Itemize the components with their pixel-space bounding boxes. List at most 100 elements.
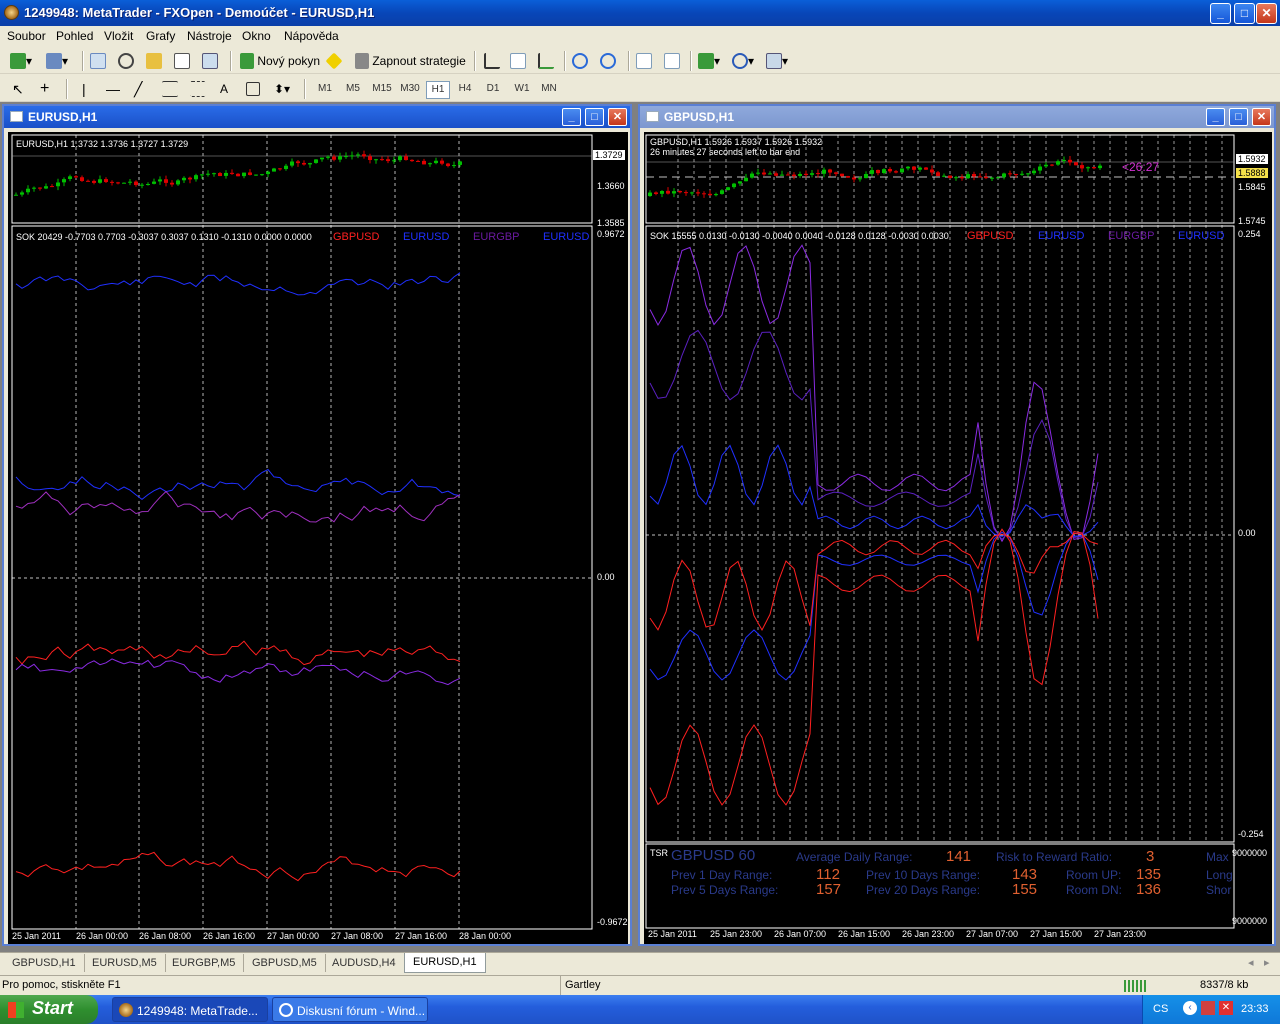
drawing-toolbar: ↖ + | — ╱ A ⬍▾ M1 M5 M15 M30 H1 H4 D1 W1…: [0, 75, 1280, 102]
trendline-tool[interactable]: ╱: [134, 79, 142, 99]
gbpusd-maximize-button[interactable]: □: [1229, 108, 1248, 126]
line-chart-button[interactable]: [538, 51, 554, 71]
gbpusd-candle: [978, 176, 982, 178]
menu-napoveda[interactable]: Nápověda: [284, 29, 339, 43]
gbpusd-candle: [1050, 164, 1054, 166]
eurusd-candle: [374, 159, 378, 161]
gbpusd-candle: [924, 167, 928, 170]
gbpusd-candle: [696, 192, 700, 194]
fibonacci-tool[interactable]: [190, 79, 206, 99]
tf-h1[interactable]: H1: [426, 81, 450, 99]
gbpusd-window-caption[interactable]: GBPUSD,H1 _ □ ✕: [640, 106, 1274, 128]
gbpusd-minimize-button[interactable]: _: [1206, 108, 1225, 126]
tf-m15[interactable]: M15: [369, 81, 395, 97]
zoom-out-button[interactable]: [600, 51, 616, 71]
eurusd-candle: [308, 163, 312, 165]
crosshair-tool[interactable]: +: [40, 79, 49, 99]
tray-expand-icon[interactable]: ‹: [1183, 1001, 1197, 1015]
tf-m5[interactable]: M5: [341, 81, 365, 97]
status-profile: Gartley: [565, 979, 601, 991]
metaeditor-button[interactable]: [325, 51, 343, 71]
profiles-button[interactable]: ▾: [46, 51, 68, 71]
menu-soubor[interactable]: Soubor: [7, 29, 46, 43]
eurusd-series: [649, 444, 1099, 537]
market-watch-button[interactable]: [90, 51, 106, 71]
text-label-tool[interactable]: [246, 79, 260, 99]
eurusd-candle: [248, 172, 252, 175]
tester-button[interactable]: [202, 51, 218, 71]
horizontal-line-tool[interactable]: —: [106, 79, 120, 99]
tf-w1[interactable]: W1: [510, 81, 534, 97]
eurusd-chart[interactable]: EURUSD,H1 1.3732 1.3736 1.3727 1.3729 1.…: [8, 132, 628, 944]
autoscroll-button[interactable]: [636, 51, 652, 71]
navigator-button[interactable]: [118, 51, 134, 71]
new-chart-button[interactable]: ▾: [10, 51, 32, 71]
eurusd-candle: [368, 156, 372, 161]
zoom-in-button[interactable]: [572, 51, 588, 71]
taskbar-metatrader[interactable]: 1249948: MetaTrade...: [112, 997, 268, 1022]
eurusd-maximize-button[interactable]: □: [585, 108, 604, 126]
menu-okno[interactable]: Okno: [242, 29, 271, 43]
terminal-button[interactable]: [174, 51, 190, 71]
gbpusd-candle: [702, 193, 706, 195]
data-window-button[interactable]: [146, 51, 162, 71]
tab-audusd-h4[interactable]: AUDUSD,H4: [324, 954, 405, 972]
gbpusd-candle: [954, 177, 958, 179]
start-button[interactable]: Start: [0, 995, 98, 1024]
tray-alert-icon[interactable]: ✕: [1219, 1001, 1233, 1015]
eurusd-chart-window[interactable]: EURUSD,H1 _ □ ✕ EURUSD,H1 1.3732 1.3736 …: [2, 104, 632, 946]
metatrader-task-icon: [119, 1003, 133, 1017]
tf-m1[interactable]: M1: [313, 81, 337, 97]
gbpusd-chart-window[interactable]: GBPUSD,H1 _ □ ✕ GBPUSD,H1 1.5926 1.5937 …: [638, 104, 1276, 946]
indicators-button[interactable]: ▾: [698, 51, 720, 71]
minimize-button[interactable]: _: [1210, 3, 1231, 24]
gbpusd-candle: [690, 192, 694, 194]
new-order-button[interactable]: Nový pokyn: [240, 51, 320, 71]
tab-eurusd-h1[interactable]: EURUSD,H1: [404, 953, 486, 973]
vertical-line-tool[interactable]: |: [82, 79, 86, 99]
text-tool[interactable]: A: [220, 79, 228, 99]
eurusd-candle: [110, 181, 114, 183]
eurusd-window-caption[interactable]: EURUSD,H1 _ □ ✕: [4, 106, 630, 128]
strategy-label: Zapnout strategie: [372, 54, 466, 68]
language-indicator[interactable]: CS: [1153, 1003, 1168, 1015]
chart-shift-button[interactable]: [664, 51, 680, 71]
bar-chart-button[interactable]: [484, 51, 500, 71]
menu-vlozit[interactable]: Vložit: [104, 29, 133, 43]
taskbar-browser[interactable]: Diskusní fórum - Wind...: [272, 997, 428, 1022]
tab-gbpusd-h1[interactable]: GBPUSD,H1: [4, 954, 85, 972]
x-label: 27 Jan 00:00: [267, 931, 320, 941]
tab-gbpusd-m5[interactable]: GBPUSD,M5: [244, 954, 326, 972]
arrows-tool[interactable]: ⬍▾: [274, 79, 290, 99]
tf-mn[interactable]: MN: [537, 81, 561, 97]
close-button[interactable]: ✕: [1256, 3, 1277, 24]
tab-scroll-right-icon[interactable]: ▸: [1264, 956, 1270, 969]
tab-eurgbp-m5[interactable]: EURGBP,M5: [164, 954, 245, 972]
templates-button[interactable]: ▾: [766, 51, 788, 71]
gbpusd-candle: [870, 170, 874, 174]
periods-button[interactable]: ▾: [732, 51, 754, 71]
clock: 23:33: [1241, 1003, 1269, 1015]
menu-grafy[interactable]: Grafy: [146, 29, 175, 43]
gbpusd-candle: [714, 194, 718, 196]
tf-d1[interactable]: D1: [481, 81, 505, 97]
eurusd-current-price: 1.3729: [593, 150, 625, 160]
menu-pohled[interactable]: Pohled: [56, 29, 93, 43]
tray-app-icon[interactable]: [1201, 1001, 1215, 1015]
candle-chart-button[interactable]: [510, 51, 526, 71]
tab-scroll-left-icon[interactable]: ◂: [1248, 956, 1254, 969]
tab-eurusd-m5[interactable]: EURUSD,M5: [84, 954, 166, 972]
gbpusd-close-button[interactable]: ✕: [1252, 108, 1271, 126]
tf-m30[interactable]: M30: [397, 81, 423, 97]
gbpusd-candle: [1038, 166, 1042, 171]
expert-advisors-button[interactable]: Zapnout strategie: [355, 51, 466, 71]
maximize-button[interactable]: □: [1234, 3, 1255, 24]
equidistant-channel-tool[interactable]: [162, 79, 178, 99]
cursor-tool[interactable]: ↖: [12, 79, 24, 99]
menu-nastroje[interactable]: Nástroje: [187, 29, 232, 43]
eurusd-series-2: [15, 468, 461, 501]
eurusd-minimize-button[interactable]: _: [562, 108, 581, 126]
eurusd-close-button[interactable]: ✕: [608, 108, 627, 126]
tf-h4[interactable]: H4: [453, 81, 477, 97]
gbpusd-chart[interactable]: GBPUSD,H1 1.5926 1.5937 1.5926 1.5932 26…: [644, 132, 1272, 944]
